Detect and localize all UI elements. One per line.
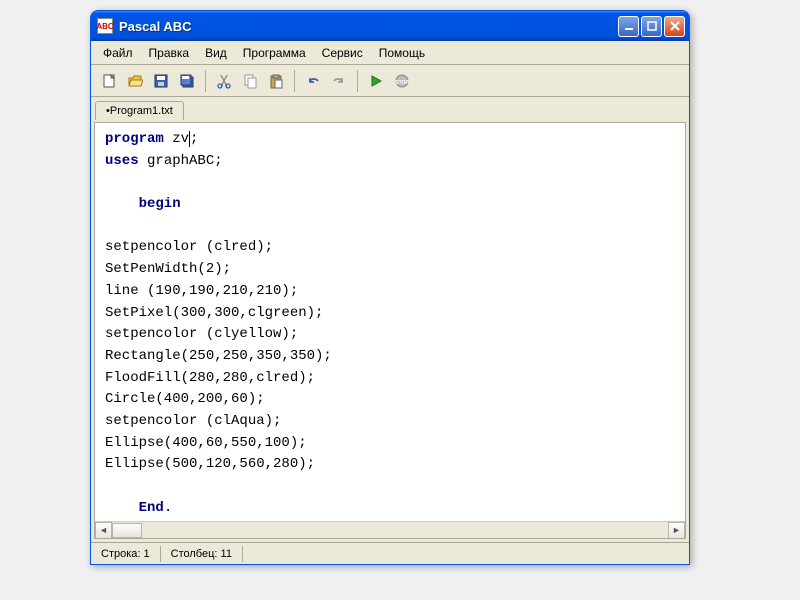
copy-icon [242, 73, 258, 89]
kw-program: program [105, 131, 164, 147]
copy-button[interactable] [238, 69, 262, 93]
cut-button[interactable] [212, 69, 236, 93]
menu-service[interactable]: Сервис [314, 43, 371, 63]
status-col-label: Столбец: [171, 548, 218, 560]
code-text: graphABC; [139, 153, 223, 169]
titlebar: ABC Pascal ABC [91, 11, 689, 41]
code-text: Rectangle(250,250,350,350); [105, 348, 332, 364]
status-line: Строка: 1 [91, 546, 161, 562]
maximize-icon [647, 21, 657, 31]
undo-button[interactable] [301, 69, 325, 93]
code-text: Circle(400,200,60); [105, 391, 265, 407]
minimize-button[interactable] [618, 16, 639, 37]
horizontal-scrollbar[interactable]: ◄ ► [95, 521, 685, 538]
code-text: ; [190, 131, 198, 147]
code-text: FloodFill(280,280,clred); [105, 370, 315, 386]
redo-icon [331, 73, 347, 89]
save-button[interactable] [149, 69, 173, 93]
toolbar-separator [357, 70, 358, 92]
scroll-thumb[interactable] [112, 523, 142, 538]
code-text: SetPixel(300,300,clgreen); [105, 305, 323, 321]
code-editor[interactable]: program zv; uses graphABC; begin setpenc… [95, 123, 685, 521]
undo-icon [305, 73, 321, 89]
kw-uses: uses [105, 153, 139, 169]
status-line-value: 1 [144, 548, 150, 560]
menu-view[interactable]: Вид [197, 43, 235, 63]
status-column: Столбец: 11 [161, 546, 243, 562]
menu-program[interactable]: Программа [235, 43, 314, 63]
code-text: . [164, 500, 172, 516]
code-text: Ellipse(400,60,550,100); [105, 435, 307, 451]
save-all-button[interactable] [175, 69, 199, 93]
status-line-label: Строка: [101, 548, 140, 560]
svg-text:STOP: STOP [395, 80, 409, 86]
toolbar-separator [294, 70, 295, 92]
open-button[interactable] [123, 69, 147, 93]
paste-icon [268, 73, 284, 89]
window-title: Pascal ABC [119, 19, 618, 34]
app-icon: ABC [97, 18, 113, 34]
maximize-button[interactable] [641, 16, 662, 37]
tab-program1[interactable]: •Program1.txt [95, 101, 184, 120]
code-text: setpencolor (clyellow); [105, 326, 298, 342]
toolbar: STOP [91, 65, 689, 97]
menu-edit[interactable]: Правка [141, 43, 198, 63]
menu-file[interactable]: Файл [95, 43, 141, 63]
statusbar: Строка: 1 Столбец: 11 [91, 542, 689, 564]
scroll-left-button[interactable]: ◄ [95, 522, 112, 539]
tab-label: Program1.txt [110, 105, 173, 117]
close-button[interactable] [664, 16, 685, 37]
minimize-icon [624, 21, 634, 31]
toolbar-separator [205, 70, 206, 92]
new-file-icon [101, 73, 117, 89]
kw-end: End [105, 500, 164, 516]
code-text: setpencolor (clred); [105, 239, 273, 255]
stop-button[interactable]: STOP [390, 69, 414, 93]
new-file-button[interactable] [97, 69, 121, 93]
menubar: Файл Правка Вид Программа Сервис Помощь [91, 41, 689, 65]
redo-button[interactable] [327, 69, 351, 93]
kw-begin: begin [105, 196, 181, 212]
paste-button[interactable] [264, 69, 288, 93]
tab-bar: •Program1.txt [91, 97, 689, 119]
code-text: Ellipse(500,120,560,280); [105, 456, 315, 472]
scroll-right-button[interactable]: ► [668, 522, 685, 539]
close-icon [670, 21, 680, 31]
stop-icon: STOP [394, 73, 410, 89]
app-window: ABC Pascal ABC Файл Правка Вид Программа… [90, 10, 690, 565]
run-icon [368, 73, 384, 89]
code-text: SetPenWidth(2); [105, 261, 231, 277]
menu-help[interactable]: Помощь [371, 43, 433, 63]
open-folder-icon [127, 73, 143, 89]
status-col-value: 11 [221, 548, 232, 560]
save-all-icon [179, 73, 195, 89]
code-text: zv [164, 131, 189, 147]
code-text: setpencolor (clAqua); [105, 413, 281, 429]
save-icon [153, 73, 169, 89]
cut-icon [216, 73, 232, 89]
run-button[interactable] [364, 69, 388, 93]
editor-area: program zv; uses graphABC; begin setpenc… [91, 119, 689, 542]
code-text: line (190,190,210,210); [105, 283, 298, 299]
